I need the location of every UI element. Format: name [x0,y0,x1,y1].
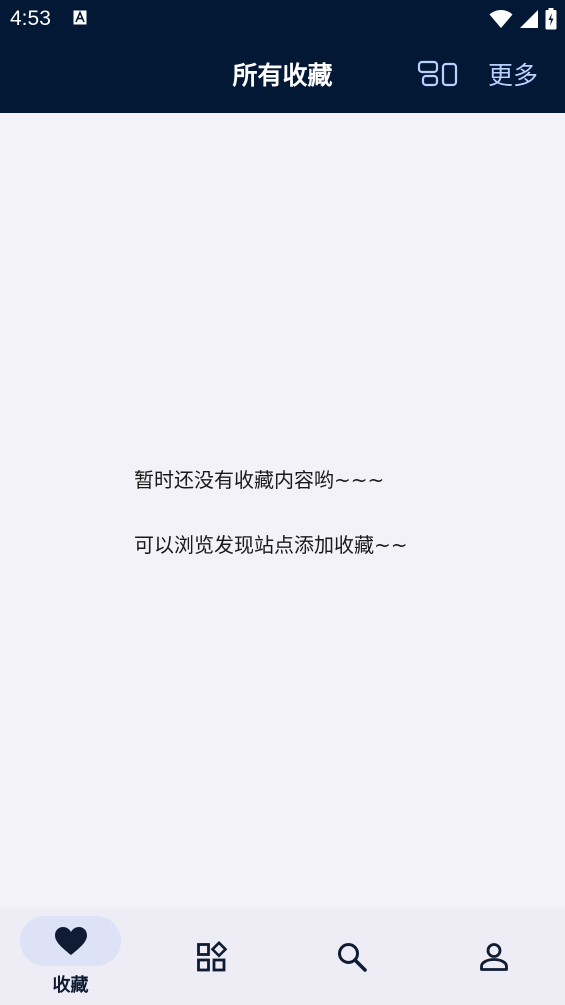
heart-icon [55,927,87,955]
nav-item-search[interactable] [282,908,423,1005]
cellular-signal-icon [520,10,538,28]
battery-charging-icon [545,8,557,30]
nav-item-profile[interactable] [423,908,564,1005]
nav-item-favorites[interactable]: 收藏 [0,908,141,1005]
more-button[interactable]: 更多 [488,59,538,93]
status-bar: 4:53 [0,0,565,38]
favorites-content: 暂时还没有收藏内容哟~~~ 可以浏览发现站点添加收藏~~ [0,113,565,908]
layout-toggle-icon [417,60,458,87]
layout-toggle-button[interactable] [417,60,459,90]
status-icons [489,8,557,30]
search-icon [338,943,367,972]
apps-icon [197,941,228,972]
wifi-icon [489,10,513,28]
status-time: 4:53 [10,7,51,30]
person-icon [480,943,508,971]
nav-item-discover[interactable] [141,908,282,1005]
bottom-navigation: 收藏 [0,908,565,1005]
empty-state-hint: 可以浏览发现站点添加收藏~~ [134,533,408,557]
app-bar: 所有收藏 更多 [0,38,565,113]
nav-label-favorites: 收藏 [52,975,89,996]
notification-a-icon [73,10,87,25]
page-title: 所有收藏 [232,61,333,90]
empty-state-message: 暂时还没有收藏内容哟~~~ [134,468,385,492]
